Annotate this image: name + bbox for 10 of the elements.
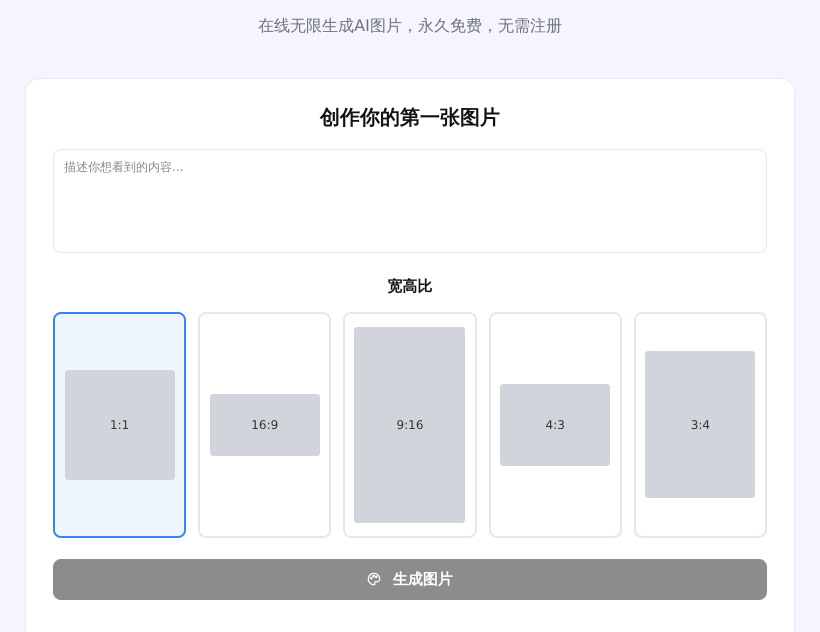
- ratio-option[interactable]: 4:3: [488, 312, 622, 538]
- card-title: 创作你的第一张图片: [318, 105, 501, 129]
- ratio-label: 宽高比: [386, 276, 434, 297]
- ratio-option[interactable]: 16:9: [198, 312, 332, 538]
- palette-icon: [367, 572, 381, 586]
- ratio-option[interactable]: 3:4: [634, 312, 767, 538]
- ratio-option[interactable]: 1:1: [53, 312, 186, 538]
- prompt-field[interactable]: 描述你想看到的内容...: [53, 149, 767, 253]
- subtitle: 在线无限生成AI图片，永久免费，无需注册: [257, 15, 563, 37]
- ratio-option[interactable]: 9:16: [343, 312, 477, 538]
